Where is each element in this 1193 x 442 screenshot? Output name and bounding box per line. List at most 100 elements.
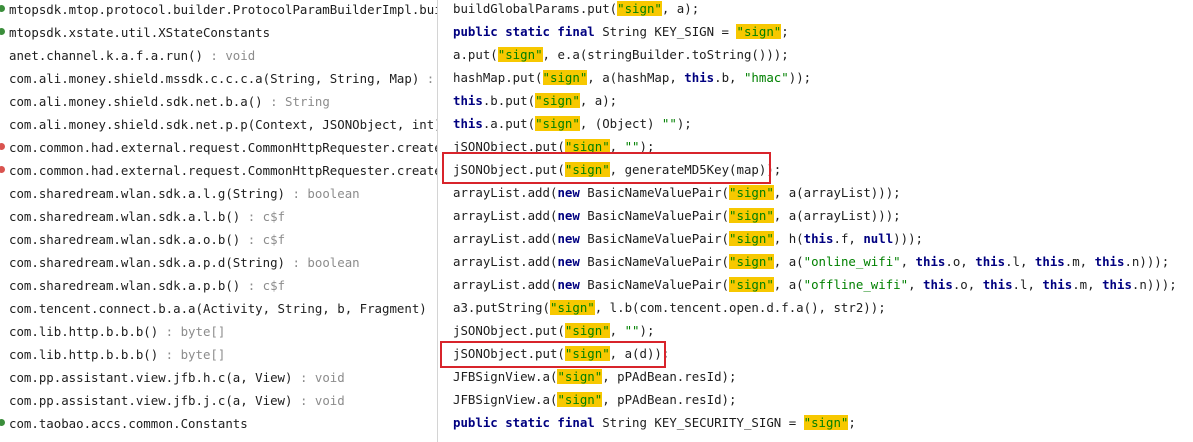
code-keyword: this <box>1042 277 1073 292</box>
code-token: .a.put( <box>482 116 536 131</box>
usage-signature: com.sharedream.wlan.sdk.a.l.g(String) <box>9 186 286 201</box>
code-keyword: this <box>975 254 1006 269</box>
usage-return-type: : c$f <box>240 232 286 247</box>
code-keyword: public static final <box>453 24 603 39</box>
code-line[interactable]: this.b.put("sign", a); <box>453 89 617 112</box>
highlighted-match: "sign" <box>557 392 603 407</box>
code-token: ); <box>639 323 655 338</box>
usage-return-type: : c$f <box>240 278 286 293</box>
usage-return-type: : c$f <box>240 209 286 224</box>
usage-label: com.ali.money.shield.mssdk.c.c.c.a(Strin… <box>9 67 437 90</box>
code-token: , a); <box>579 93 618 108</box>
code-keyword: null <box>863 231 894 246</box>
code-line[interactable]: JFBSignView.a("sign", pPAdBean.resId); <box>453 388 736 411</box>
usage-signature: com.sharedream.wlan.sdk.a.l.b() <box>9 209 241 224</box>
code-token: , <box>609 323 625 338</box>
code-line[interactable]: arrayList.add(new BasicNameValuePair("si… <box>453 227 923 250</box>
code-keyword: this <box>1034 254 1065 269</box>
usage-label: com.pp.assistant.view.jfb.h.c(a, View) :… <box>9 366 345 389</box>
code-token: .m, <box>1072 277 1103 292</box>
usage-marker-icon <box>0 28 5 35</box>
code-keyword: this <box>803 231 834 246</box>
code-line[interactable]: arrayList.add(new BasicNameValuePair("si… <box>453 273 1177 296</box>
code-string: "" <box>661 116 677 131</box>
usage-return-type: : String <box>262 94 330 109</box>
usage-marker-icon <box>0 419 5 426</box>
usage-signature: com.sharedream.wlan.sdk.a.p.b() <box>9 278 241 293</box>
highlighted-match: "sign" <box>549 300 595 315</box>
code-string: "hmac" <box>743 70 789 85</box>
code-token: .l, <box>1005 254 1035 269</box>
code-token: ; <box>781 24 789 39</box>
code-token: a3.putString( <box>453 300 550 315</box>
usage-return-type: : boolean <box>285 186 360 201</box>
usage-label: com.sharedream.wlan.sdk.a.l.g(String) : … <box>9 182 360 205</box>
code-keyword: this <box>923 277 953 292</box>
usage-label: com.common.had.external.request.CommonHt… <box>9 159 437 182</box>
highlighted-match: "sign" <box>729 208 774 223</box>
highlighted-match: "sign" <box>729 231 774 246</box>
code-token: .b, <box>714 70 744 85</box>
code-line[interactable]: arrayList.add(new BasicNameValuePair("si… <box>453 250 1169 273</box>
usage-signature: com.pp.assistant.view.jfb.j.c(a, View) <box>9 393 293 408</box>
highlighted-match: "sign" <box>542 70 588 85</box>
code-line[interactable]: a3.putString("sign", l.b(com.tencent.ope… <box>453 296 886 319</box>
code-token: BasicNameValuePair( <box>587 185 730 200</box>
highlighted-match: "sign" <box>729 254 774 269</box>
usage-signature: com.lib.http.b.b.b() <box>9 324 159 339</box>
code-token: , h( <box>773 231 804 246</box>
code-keyword: this <box>453 116 483 131</box>
usage-label: com.tencent.connect.b.a.a(Activity, Stri… <box>9 297 437 320</box>
usage-marker-icon <box>0 166 5 173</box>
code-token: , a( <box>773 254 804 269</box>
code-line[interactable]: hashMap.put("sign", a(hashMap, this.b, "… <box>453 66 811 89</box>
code-line[interactable]: this.a.put("sign", (Object) ""); <box>453 112 692 135</box>
usage-label: com.taobao.accs.common.Constants <box>9 412 248 435</box>
code-line[interactable]: jSONObject.put("sign", ""); <box>453 319 654 342</box>
code-token: ))); <box>893 231 924 246</box>
code-line[interactable]: JFBSignView.a("sign", pPAdBean.resId); <box>453 365 736 388</box>
code-token: arrayList.add( <box>453 231 558 246</box>
usage-return-type: : void <box>292 370 345 385</box>
usage-signature: com.pp.assistant.view.jfb.h.c(a, View) <box>9 370 293 385</box>
usage-marker-icon <box>0 5 5 12</box>
code-token: , a(arrayList))); <box>773 208 901 223</box>
usage-signature: mtopsdk.mtop.protocol.builder.ProtocolPa… <box>9 2 437 17</box>
usage-label: anet.channel.k.a.f.a.run() : void <box>9 44 255 67</box>
usage-label: mtopsdk.mtop.protocol.builder.ProtocolPa… <box>9 0 437 21</box>
code-keyword: new <box>557 254 588 269</box>
code-token: .o, <box>952 277 983 292</box>
code-token: .l, <box>1012 277 1043 292</box>
highlighted-match: "sign" <box>736 24 782 39</box>
usage-signature: com.lib.http.b.b.b() <box>9 347 159 362</box>
code-token: , a(hashMap, <box>587 70 685 85</box>
code-line[interactable]: public static final String KEY_SECURITY_… <box>453 411 856 434</box>
code-token: ); <box>676 116 692 131</box>
usage-label: com.sharedream.wlan.sdk.a.p.d(String) : … <box>9 251 360 274</box>
code-line[interactable]: arrayList.add(new BasicNameValuePair("si… <box>453 181 901 204</box>
code-keyword: new <box>557 277 588 292</box>
highlighted-match: "sign" <box>564 323 610 338</box>
usage-signature: com.common.had.external.request.CommonHt… <box>9 140 437 155</box>
code-token: JFBSignView.a( <box>453 392 558 407</box>
code-token: .o, <box>945 254 976 269</box>
code-line[interactable]: arrayList.add(new BasicNameValuePair("si… <box>453 204 901 227</box>
code-token: BasicNameValuePair( <box>587 254 730 269</box>
code-token: String KEY_SECURITY_SIGN = <box>602 415 804 430</box>
usage-signature: com.sharedream.wlan.sdk.a.p.d(String) <box>9 255 286 270</box>
code-string: "online_wifi" <box>803 254 901 269</box>
code-keyword: this <box>684 70 715 85</box>
code-token: .n))); <box>1131 277 1177 292</box>
code-line[interactable]: public static final String KEY_SIGN = "s… <box>453 20 789 43</box>
usage-signature: com.taobao.accs.common.Constants <box>9 416 248 431</box>
code-preview-panel: public static final String KEY_SECURITY_… <box>438 0 1193 442</box>
usage-label: com.pp.assistant.view.jfb.j.c(a, View) :… <box>9 389 345 412</box>
highlighted-match: "sign" <box>535 116 580 131</box>
code-line[interactable]: a.put("sign", e.a(stringBuilder.toString… <box>453 43 789 66</box>
code-token: )); <box>788 70 812 85</box>
code-line[interactable]: buildGlobalParams.put("sign", a); <box>453 0 699 20</box>
code-string: "offline_wifi" <box>803 277 909 292</box>
code-keyword: this <box>1094 254 1125 269</box>
usages-panel: mtopsdk.mtop.protocol.builder.ProtocolPa… <box>0 0 437 442</box>
code-keyword: new <box>557 231 588 246</box>
